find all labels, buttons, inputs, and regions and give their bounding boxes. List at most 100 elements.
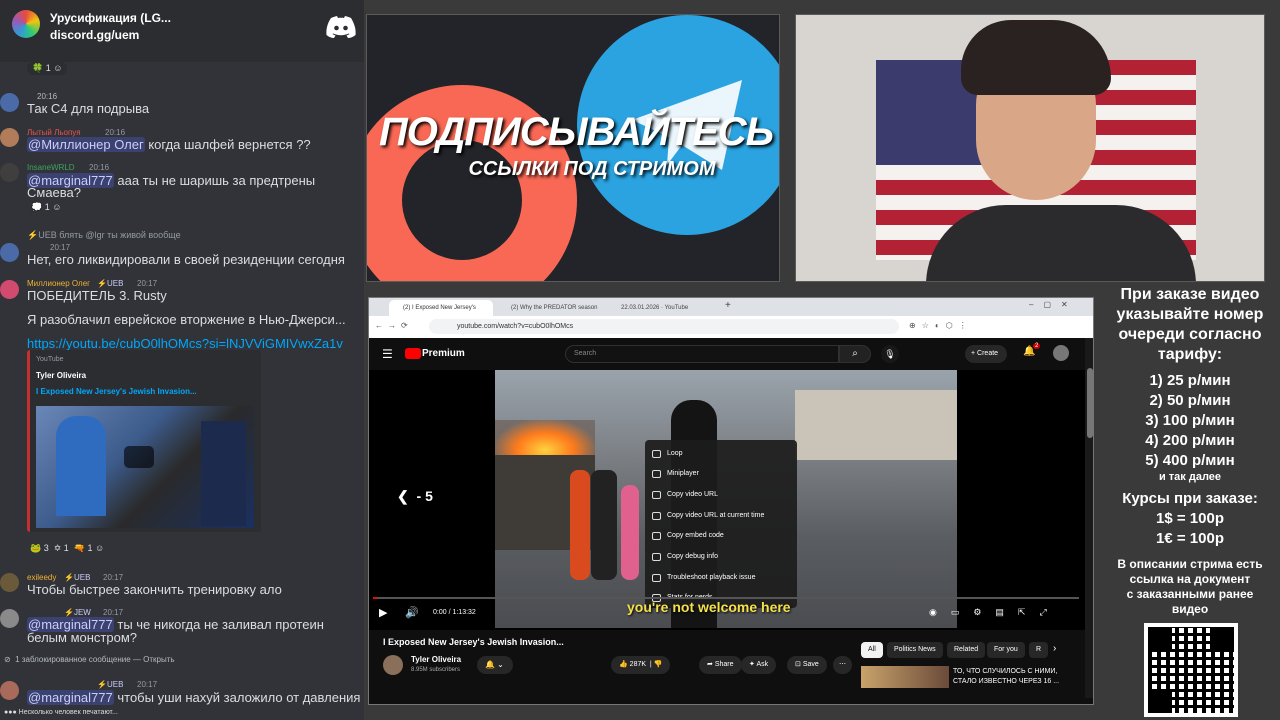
user-mention[interactable]: @Миллионер Олег <box>27 137 145 152</box>
youtube-logo-icon[interactable] <box>405 348 421 359</box>
channel-name[interactable]: Tyler Oliveira <box>411 655 461 664</box>
like-button[interactable]: 👍 287K | 👎 <box>611 656 671 674</box>
tab[interactable]: 22.03.01.2026 · YouTube <box>607 300 711 316</box>
reaction[interactable]: 🍀 1 ☺ <box>27 62 68 75</box>
role-tag: ⚡UEB <box>64 573 91 582</box>
embed-author[interactable]: Tyler Oliveira <box>36 371 86 380</box>
like-count: 287K <box>629 661 647 668</box>
chip-more[interactable]: R <box>1029 642 1049 658</box>
share-button[interactable]: ➦ Share <box>699 656 742 674</box>
discord-logo-icon <box>326 16 356 38</box>
ctx-copy-embed[interactable]: Copy embed code <box>645 526 795 546</box>
reactions-row[interactable]: 🐸 3 ✡ 1 🔫 1 ☺ <box>30 543 104 554</box>
role-tag: UEB <box>38 230 57 240</box>
avatar[interactable] <box>0 573 19 592</box>
search-input[interactable]: Search <box>565 345 839 363</box>
new-tab-icon[interactable]: + <box>725 300 731 311</box>
url-field[interactable]: youtube.com/watch?v=cubO0lhOMcs <box>429 319 899 334</box>
play-icon[interactable]: ▶ <box>379 606 387 619</box>
save-label: Save <box>802 661 819 668</box>
link-embed[interactable]: YouTube Tyler Oliveira I Exposed New Jer… <box>27 350 261 532</box>
message-text: Нет, его ликвидировали в своей резиденци… <box>27 252 345 267</box>
username[interactable]: exileedy <box>27 573 56 582</box>
ask-button[interactable]: ✦ Ask <box>741 656 777 674</box>
volume-icon[interactable]: 🔊 <box>405 606 419 619</box>
ctx-copy-url[interactable]: Copy video URL <box>645 485 795 505</box>
username[interactable]: Лытый Льопуя <box>27 128 81 137</box>
reply-preview[interactable]: ⚡UEB блять @lgr ты живой вообще <box>27 230 181 241</box>
avatar[interactable] <box>0 243 19 262</box>
avatar[interactable] <box>0 681 19 700</box>
timestamp: 20:17 <box>50 243 71 252</box>
play-icon[interactable] <box>124 446 154 468</box>
note-line: с заказанными ранее <box>1126 587 1254 601</box>
ctx-loop[interactable]: Loop <box>645 444 795 464</box>
avatar[interactable] <box>0 163 19 182</box>
search-icon[interactable]: ⌕ <box>839 345 871 363</box>
window-controls-icon[interactable]: –▢✕ <box>1029 300 1078 309</box>
avatar[interactable] <box>0 93 19 112</box>
menu-icon[interactable]: ☰ <box>382 347 393 361</box>
qr-pattern <box>1148 627 1234 713</box>
subscribe-headline: ПОДПИСЫВАЙТЕСЬ <box>378 110 774 154</box>
chip-related[interactable]: Related <box>947 642 986 658</box>
channel-avatar[interactable] <box>383 655 403 675</box>
recommended-title[interactable]: ТО, ЧТО СЛУЧИЛОСЬ С НИМИ, СТАЛО ИЗВЕСТНО … <box>953 667 1059 687</box>
player-controls-icon[interactable]: ◉▭⚙▤⇱⤢ <box>929 607 1061 618</box>
embed-thumbnail[interactable] <box>36 406 254 528</box>
chip-politics[interactable]: Politics News <box>887 642 943 658</box>
qr-code[interactable] <box>1144 623 1238 717</box>
profile-avatar[interactable] <box>1053 345 1069 361</box>
video-player[interactable]: ❮ - 5 Loop Miniplayer Copy video URL Cop… <box>369 370 1085 630</box>
ctx-copy-debug[interactable]: Copy debug info <box>645 547 795 567</box>
ctx-label: Copy embed code <box>667 532 724 539</box>
timestamp: 20:17 <box>137 279 158 288</box>
show-blocked-link[interactable]: Открыть <box>143 655 174 664</box>
recommended-thumbnail[interactable] <box>861 666 949 688</box>
username[interactable]: Миллионер Олег <box>27 279 90 288</box>
avatar[interactable] <box>0 280 19 299</box>
username[interactable]: InsaneWRLD <box>27 163 75 172</box>
share-label: Share <box>714 661 734 668</box>
message-text: Чтобы быстрее закончить тренировку ало <box>27 582 282 597</box>
ctx-copy-url-time[interactable]: Copy video URL at current time <box>645 506 795 526</box>
ctx-troubleshoot[interactable]: Troubleshoot playback issue <box>645 568 795 588</box>
notification-bell-icon[interactable]: 🔔 ⌄ <box>477 656 513 674</box>
reaction[interactable]: 💭 1 ☺ <box>31 202 61 213</box>
avatar[interactable] <box>0 609 19 628</box>
tab-active[interactable]: (2) I Exposed New Jersey's <box>389 300 493 316</box>
youtube-header: ☰ Premium Search ⌕ 🎙 + Create 🔔 2 <box>369 338 1093 370</box>
tab[interactable]: (2) Why the PREDATOR season <box>497 300 601 316</box>
scrollbar[interactable] <box>1085 338 1093 698</box>
chip-for-you[interactable]: For you <box>987 642 1025 658</box>
mic-icon[interactable]: 🎙 <box>881 345 899 363</box>
server-invite[interactable]: discord.gg/uem <box>50 28 139 42</box>
message-text: @Миллионер Олег когда шалфей вернется ?? <box>27 137 311 152</box>
youtube-link[interactable]: https://youtu.be/cubO0lhOMcs?si=lNJVViGM… <box>27 336 362 351</box>
discord-chat-panel: Урусификация (LG... discord.gg/uem 🍀 1 ☺… <box>0 0 364 720</box>
avatar[interactable] <box>0 128 19 147</box>
tariff-item: 4) 200 р/мин <box>1145 432 1235 449</box>
embed-title[interactable]: I Exposed New Jersey's Jewish Invasion..… <box>36 387 197 396</box>
youtube-premium-label[interactable]: Premium <box>422 348 465 359</box>
notification-badge: 2 <box>1033 343 1041 349</box>
message-text-continued: Смаева? <box>27 185 82 200</box>
tab-strip: (2) I Exposed New Jersey's (2) Why the P… <box>369 298 1093 316</box>
progress-bar[interactable] <box>373 597 1079 599</box>
save-button[interactable]: ⊡ Save <box>787 656 827 674</box>
more-actions-icon[interactable]: ⋯ <box>833 656 852 674</box>
ctx-miniplayer[interactable]: Miniplayer <box>645 464 795 484</box>
chevron-right-icon[interactable]: › <box>1053 643 1056 654</box>
scrollbar-thumb[interactable] <box>1087 368 1093 438</box>
chip-all[interactable]: All <box>861 642 883 658</box>
seek-indicator: ❮ - 5 <box>397 488 433 504</box>
person-shoulders <box>926 205 1196 281</box>
extensions-icon[interactable]: ⊕☆◐⬡⋮ <box>909 321 973 330</box>
nav-buttons-icon[interactable]: ←→⟳ <box>375 321 413 330</box>
video-title: I Exposed New Jersey's Jewish Invasion..… <box>383 637 564 647</box>
server-icon[interactable] <box>12 10 40 38</box>
browser-window: (2) I Exposed New Jersey's (2) Why the P… <box>368 297 1094 705</box>
ask-label: Ask <box>756 661 769 668</box>
user-mention[interactable]: @marginal777 <box>27 690 114 705</box>
create-button[interactable]: + Create <box>965 345 1007 363</box>
